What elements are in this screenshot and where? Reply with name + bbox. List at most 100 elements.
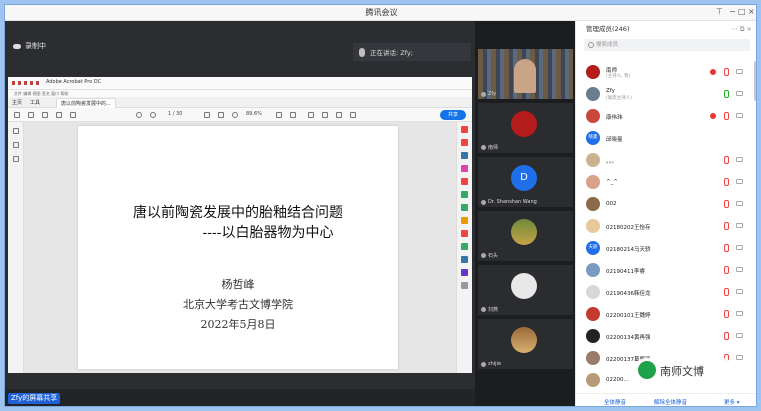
- camera-icon[interactable]: [736, 91, 743, 96]
- list-item[interactable]: 002: [576, 193, 751, 215]
- camera-icon[interactable]: [736, 157, 743, 162]
- members-scrollbar[interactable]: [754, 61, 756, 101]
- unmute-all-button[interactable]: 解除全体静音: [654, 398, 687, 406]
- mail-icon[interactable]: [56, 112, 62, 118]
- mic-icon[interactable]: [724, 332, 729, 340]
- camera-icon[interactable]: [736, 267, 743, 272]
- panel-controls-icon[interactable]: ⋯ ⧉ ×: [731, 21, 752, 37]
- close-icon[interactable]: ×: [748, 7, 755, 16]
- select-icon[interactable]: [204, 112, 210, 118]
- upload-icon[interactable]: [28, 112, 34, 118]
- share-button[interactable]: 共享: [440, 110, 466, 120]
- camera-icon[interactable]: [736, 179, 743, 184]
- mic-icon[interactable]: [724, 112, 729, 120]
- more-button[interactable]: 更多 ▾: [724, 398, 740, 406]
- hand-icon[interactable]: [218, 112, 224, 118]
- fill-sign-icon[interactable]: [461, 217, 468, 224]
- video-tile[interactable]: zhijie: [478, 319, 573, 369]
- list-item[interactable]: 康伟玮: [576, 105, 751, 127]
- avatar: [511, 327, 537, 353]
- sign-icon[interactable]: [350, 112, 356, 118]
- create-pdf-icon[interactable]: [461, 165, 468, 172]
- tab-document[interactable]: 唐以前陶瓷发展中的...: [56, 98, 116, 108]
- list-item[interactable]: 晓曼 邱晓曼: [576, 127, 751, 149]
- recording-indicator[interactable]: 录制中: [13, 41, 46, 51]
- mic-icon[interactable]: [724, 178, 729, 186]
- mic-icon[interactable]: [724, 200, 729, 208]
- camera-icon[interactable]: [736, 289, 743, 294]
- scroll-mode-icon[interactable]: [290, 112, 296, 118]
- maximize-icon[interactable]: □: [738, 7, 746, 16]
- prev-page-icon[interactable]: [136, 112, 142, 118]
- video-tile[interactable]: 南师: [478, 103, 573, 153]
- tab-tools[interactable]: 工具: [30, 99, 40, 106]
- comment-tool-icon[interactable]: [461, 178, 468, 185]
- mic-icon[interactable]: [724, 310, 729, 318]
- video-tile[interactable]: D Dr. Shanshan Wang: [478, 157, 573, 207]
- minimize-icon[interactable]: −: [729, 7, 736, 16]
- list-item[interactable]: ^_^: [576, 171, 751, 193]
- print-icon[interactable]: [42, 112, 48, 118]
- camera-icon[interactable]: [736, 355, 743, 360]
- avatar: [586, 153, 600, 167]
- list-item[interactable]: 02180202王怡存: [576, 215, 751, 237]
- list-item[interactable]: 02190436韩佳龙: [576, 281, 751, 303]
- camera-icon[interactable]: [736, 113, 743, 118]
- redact-icon[interactable]: [461, 230, 468, 237]
- mute-all-button[interactable]: 全体静音: [604, 398, 626, 406]
- search-tool-icon[interactable]: [461, 126, 468, 133]
- member-name: 02200...: [606, 377, 629, 383]
- list-item[interactable]: 02200134黄再强: [576, 325, 751, 347]
- camera-icon[interactable]: [736, 223, 743, 228]
- edit-pdf-icon[interactable]: [461, 152, 468, 159]
- video-tile[interactable]: Zfy: [478, 49, 573, 99]
- organize-pages-icon[interactable]: [461, 204, 468, 211]
- members-search-input[interactable]: 搜索成员: [584, 39, 750, 51]
- camera-icon[interactable]: [736, 333, 743, 338]
- attachment-icon[interactable]: [13, 156, 19, 162]
- comment-icon[interactable]: [308, 112, 314, 118]
- video-tile[interactable]: 刘燕: [478, 265, 573, 315]
- mic-icon[interactable]: [724, 244, 729, 252]
- fit-page-icon[interactable]: [276, 112, 282, 118]
- highlight-icon[interactable]: [336, 112, 342, 118]
- page-indicator[interactable]: 1 / 30: [168, 111, 182, 117]
- camera-icon[interactable]: [736, 69, 743, 74]
- member-name: 邱晓曼: [606, 137, 623, 143]
- camera-icon[interactable]: [736, 201, 743, 206]
- save-icon[interactable]: [14, 112, 20, 118]
- camera-icon[interactable]: [736, 311, 743, 316]
- mic-icon[interactable]: [724, 68, 729, 76]
- pen-icon[interactable]: [322, 112, 328, 118]
- member-name: 02180214马天骄: [606, 247, 651, 253]
- pin-icon[interactable]: ⊤: [716, 7, 723, 16]
- list-item[interactable]: 南师 (主持人, 我): [576, 61, 751, 83]
- zoom-indicator[interactable]: 89.6%: [246, 111, 262, 117]
- list-item[interactable]: 。。。: [576, 149, 751, 171]
- mic-icon[interactable]: [724, 222, 729, 230]
- mic-icon[interactable]: [724, 266, 729, 274]
- list-item[interactable]: 天骄 02180214马天骄: [576, 237, 751, 259]
- compare-icon[interactable]: [461, 269, 468, 276]
- scan-ocr-icon[interactable]: [461, 243, 468, 250]
- bookmark-icon[interactable]: [13, 128, 19, 134]
- list-item[interactable]: 02190411李睿: [576, 259, 751, 281]
- mic-icon[interactable]: [724, 288, 729, 296]
- list-item[interactable]: Zfy (联席主持人): [576, 83, 751, 105]
- find-icon[interactable]: [70, 112, 76, 118]
- list-item[interactable]: 02200101王魏婷: [576, 303, 751, 325]
- export-pdf-icon[interactable]: [461, 139, 468, 146]
- acrobat-menu[interactable]: 文件 编辑 视图 签名 窗口 帮助: [8, 90, 472, 97]
- protect-icon[interactable]: [461, 256, 468, 263]
- mic-icon[interactable]: [724, 156, 729, 164]
- tab-home[interactable]: 主页: [12, 99, 22, 106]
- video-tile[interactable]: 石头: [478, 211, 573, 261]
- camera-icon[interactable]: [736, 245, 743, 250]
- more-tools-icon[interactable]: [461, 282, 468, 289]
- next-page-icon[interactable]: [150, 112, 156, 118]
- combine-files-icon[interactable]: [461, 191, 468, 198]
- zoom-out-icon[interactable]: [232, 112, 238, 118]
- quick-toolbar-icons[interactable]: [12, 81, 40, 85]
- mic-icon[interactable]: [724, 90, 729, 98]
- page-thumbnails-icon[interactable]: [13, 142, 19, 148]
